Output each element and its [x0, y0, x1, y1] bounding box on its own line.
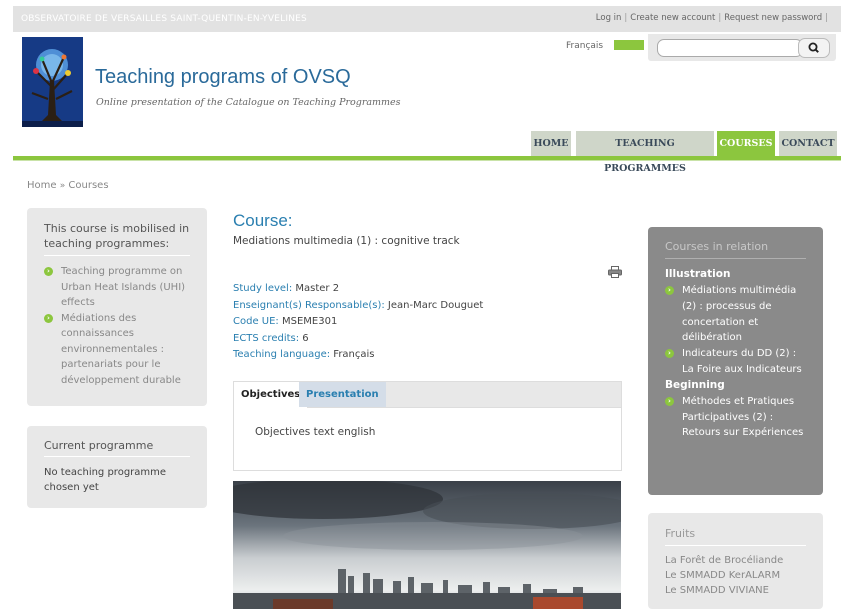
- box-divider: [665, 258, 806, 259]
- related-course-link[interactable]: Indicateurs du DD (2) : La Foire aux Ind…: [682, 348, 802, 375]
- lang-francais-link[interactable]: Français: [566, 41, 603, 51]
- field-value: MSEME301: [281, 316, 338, 327]
- list-item[interactable]: › Médiations multimédia (2) : processus d…: [665, 283, 806, 346]
- field-study-level: Study level: Master 2: [233, 281, 483, 298]
- request-password-link[interactable]: Request new password: [724, 13, 822, 23]
- fruit-link[interactable]: La Forêt de Brocéliande: [665, 553, 806, 568]
- breadcrumb-separator: »: [59, 181, 66, 191]
- list-item[interactable]: › Teaching programme on Urban Heat Island…: [44, 264, 190, 311]
- programme-link[interactable]: Médiations des connaissances environneme…: [61, 313, 181, 386]
- printer-icon: [608, 266, 622, 278]
- nav-teaching-programmes[interactable]: TEACHING PROGRAMMES: [576, 131, 714, 174]
- group-heading-beginning: Beginning: [665, 378, 725, 391]
- programme-link[interactable]: Teaching programme on Urban Heat Islands…: [61, 266, 185, 308]
- related-course-link[interactable]: Méthodes et Pratiques Participatives (2)…: [682, 396, 803, 439]
- nav-home[interactable]: HOME: [531, 131, 571, 156]
- field-label: Code UE:: [233, 316, 279, 327]
- breadcrumb-current: Courses: [68, 180, 109, 191]
- field-value: 6: [302, 332, 309, 344]
- course-fields: Study level: Master 2 Enseignant(s) Resp…: [233, 281, 483, 364]
- current-programme-title: Current programme: [44, 439, 154, 452]
- field-label: Teaching language:: [233, 349, 331, 360]
- box-divider: [44, 255, 190, 256]
- mobilised-programmes-box: This course is mobilised in teaching pro…: [27, 208, 207, 406]
- nav-contact[interactable]: CONTACT: [779, 131, 837, 156]
- course-photo: [233, 481, 621, 609]
- field-enseignant: Enseignant(s) Responsable(s): Jean-Marc …: [233, 298, 483, 315]
- group-heading-illustration: Illustration: [665, 268, 731, 280]
- courses-in-relation-box: Courses in relation Illustration › Médiat…: [648, 227, 823, 495]
- breadcrumb-home-link[interactable]: Home: [27, 180, 57, 191]
- create-account-link[interactable]: Create new account: [630, 13, 715, 23]
- course-heading: Course:: [233, 211, 293, 230]
- field-code-ue: Code UE: MSEME301: [233, 314, 483, 331]
- search-input[interactable]: [657, 39, 803, 57]
- field-label: Study level:: [233, 283, 293, 294]
- chevron-right-icon: ›: [665, 286, 674, 295]
- field-value: Jean-Marc Douguet: [387, 299, 484, 311]
- user-links: Log in | Create new account | Request new pa…: [595, 13, 828, 23]
- login-link[interactable]: Log in: [596, 13, 622, 23]
- field-language: Teaching language: Français: [233, 347, 483, 364]
- nav-courses[interactable]: COURSES: [717, 131, 775, 156]
- course-tabs: Objectives Presentation Objectives text …: [233, 381, 622, 471]
- fruit-link[interactable]: Le SMMADD KerALARM: [665, 568, 806, 583]
- search-box: [648, 34, 836, 61]
- breadcrumb: Home » Courses: [27, 180, 109, 191]
- city-skyline-image: [233, 481, 621, 609]
- fruits-box: Fruits La Forêt de Brocéliande Le SMMADD…: [648, 513, 823, 609]
- lang-english-link[interactable]: English: [614, 40, 644, 50]
- nav-underline-light: [13, 160, 841, 161]
- field-value: Master 2: [295, 283, 340, 294]
- fruits-title: Fruits: [665, 527, 696, 540]
- chevron-right-icon: ›: [44, 313, 53, 323]
- chevron-right-icon: ›: [665, 349, 674, 359]
- course-name: Mediations multimedia (1) : cognitive tr…: [233, 235, 460, 247]
- tab-bar: Objectives Presentation: [234, 382, 621, 408]
- tree-logo-icon: [22, 37, 83, 127]
- related-title: Courses in relation: [665, 240, 769, 253]
- print-button[interactable]: [608, 266, 622, 278]
- tab-content: Objectives text english: [255, 426, 376, 438]
- chevron-right-icon: ›: [44, 267, 53, 276]
- search-icon: [808, 42, 819, 53]
- current-programme-text: No teaching programme chosen yet: [44, 467, 167, 493]
- list-item[interactable]: › Méthodes et Pratiques Participatives (2…: [665, 394, 806, 441]
- site-logo[interactable]: [22, 37, 83, 127]
- current-programme-box: Current programme No teaching programme …: [27, 426, 207, 508]
- field-value: Français: [333, 349, 375, 360]
- related-course-link[interactable]: Médiations multimédia (2) : processus de…: [682, 285, 796, 343]
- list-item[interactable]: › Médiations des connaissances environnem…: [44, 311, 190, 389]
- box-divider: [44, 456, 190, 457]
- field-ects: ECTS credits: 6: [233, 331, 483, 348]
- fruit-link[interactable]: Le SMMADD VIVIANE: [665, 583, 806, 598]
- site-name: OBSERVATOIRE DE VERSAILLES SAINT-QUENTIN…: [21, 14, 307, 24]
- field-label: Enseignant(s) Responsable(s):: [233, 299, 385, 311]
- search-button[interactable]: [798, 38, 830, 58]
- site-subtitle: Online presentation of the Catalogue on …: [96, 97, 401, 108]
- mobilised-title: This course is mobilised in teaching pro…: [44, 222, 190, 250]
- chevron-right-icon: ›: [665, 396, 674, 406]
- box-divider: [665, 545, 806, 546]
- field-label: ECTS credits:: [233, 332, 300, 344]
- top-bar: OBSERVATOIRE DE VERSAILLES SAINT-QUENTIN…: [13, 6, 841, 32]
- tab-presentation[interactable]: Presentation: [299, 382, 386, 407]
- page-title[interactable]: Teaching programs of OVSQ: [95, 66, 351, 89]
- tab-objectives[interactable]: Objectives: [234, 382, 309, 408]
- list-item[interactable]: › Indicateurs du DD (2) : La Foire aux In…: [665, 346, 806, 378]
